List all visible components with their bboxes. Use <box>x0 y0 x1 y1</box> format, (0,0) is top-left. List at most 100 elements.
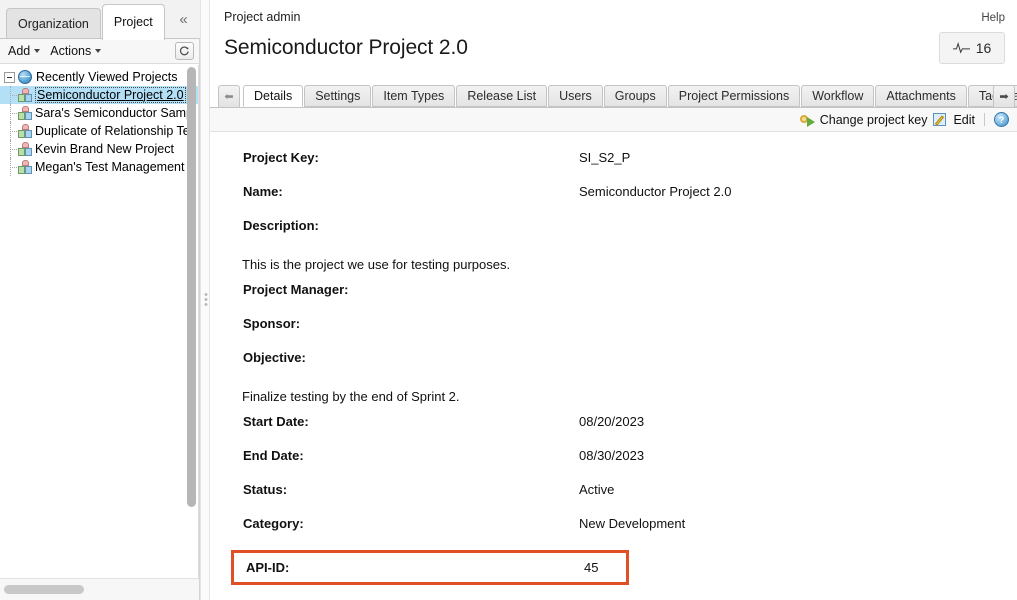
activity-badge[interactable]: 16 <box>939 32 1005 64</box>
tree-vertical-scrollbar-thumb[interactable] <box>187 67 196 507</box>
field-value: Semiconductor Project 2.0 <box>579 184 732 199</box>
tab-users[interactable]: Users <box>548 85 603 107</box>
tab-details[interactable]: Details <box>243 85 304 107</box>
tree-item-saras-semiconductor-sample[interactable]: Sara's Semiconductor Samp <box>0 104 198 122</box>
field-value: Active <box>579 482 615 497</box>
field-label: API-ID: <box>246 560 290 575</box>
field-label: Project Manager: <box>243 282 349 297</box>
change-project-key-label: Change project key <box>819 112 928 127</box>
field-api-id: API-ID: 45 <box>231 550 629 585</box>
tree-horizontal-scrollbar[interactable] <box>0 578 199 600</box>
tree-item-label: Sara's Semiconductor Samp <box>35 106 194 120</box>
left-navigation-panel: Organization Project « Add Actions Recen… <box>0 0 200 600</box>
tree-item-duplicate-of-relationship-test[interactable]: Duplicate of Relationship Te <box>0 122 198 140</box>
splitter-grip-icon <box>204 292 208 308</box>
refresh-icon[interactable] <box>175 42 194 60</box>
collapse-panel-icon[interactable]: « <box>172 8 194 30</box>
tab-settings[interactable]: Settings <box>304 85 372 107</box>
project-tree: Recently Viewed Projects Semiconductor P… <box>0 65 199 578</box>
key-arrow-icon <box>799 113 816 127</box>
tree-expander-icon[interactable] <box>4 71 15 83</box>
help-circle-icon[interactable]: ? <box>994 112 1009 127</box>
tab-project-permissions[interactable]: Project Permissions <box>667 85 801 107</box>
page-title: Semiconductor Project 2.0 <box>224 36 468 59</box>
field-status: Status: Active <box>224 482 1003 516</box>
main-tabstrip: ⬅ Details Settings Item Types Release Li… <box>210 82 1017 108</box>
refresh-glyph <box>179 45 189 55</box>
field-label: Objective: <box>243 350 306 365</box>
field-label: Project Key: <box>243 150 319 165</box>
field-label: Name: <box>243 184 283 199</box>
activity-badge-count: 16 <box>975 40 992 56</box>
tree-vertical-scrollbar[interactable] <box>187 67 196 576</box>
field-value: 45 <box>584 560 599 575</box>
app-root: Organization Project « Add Actions Recen… <box>0 0 1017 600</box>
field-label: Start Date: <box>243 414 309 429</box>
tree-item-label: Semiconductor Project 2.0 <box>35 86 186 103</box>
tree-root-recently-viewed-projects[interactable]: Recently Viewed Projects <box>0 68 198 86</box>
project-details-pane: Project Key: SI_S2_P Name: Semiconductor… <box>210 132 1017 585</box>
actions-menu-label: Actions <box>50 44 92 58</box>
globe-icon <box>18 70 32 84</box>
field-sponsor: Sponsor: <box>224 316 1003 350</box>
arrow-right-icon[interactable]: ➡ <box>993 85 1015 107</box>
edit-button[interactable]: Edit <box>933 112 975 127</box>
field-project-key: Project Key: SI_S2_P <box>224 150 1003 184</box>
tree-horizontal-scrollbar-thumb[interactable] <box>4 585 84 594</box>
field-value: 08/20/2023 <box>579 414 645 429</box>
tree-item-megans-test-management[interactable]: Megan's Test Management <box>0 158 198 176</box>
field-label: Status: <box>243 482 288 497</box>
left-panel-body: Add Actions Recently Viewed Projects Sem… <box>0 38 200 600</box>
arrow-left-icon[interactable]: ⬅ <box>218 85 240 107</box>
edit-pencil-icon <box>933 112 949 127</box>
field-value: 08/30/2023 <box>579 448 645 463</box>
field-value: SI_S2_P <box>579 150 631 165</box>
field-value: New Development <box>579 516 686 531</box>
tab-organization[interactable]: Organization <box>6 8 101 40</box>
project-icon <box>18 160 32 174</box>
tab-project[interactable]: Project <box>101 4 165 40</box>
tree-item-semiconductor-project-2-0[interactable]: Semiconductor Project 2.0 <box>0 86 198 104</box>
breadcrumb: Project admin <box>224 10 301 24</box>
tree-root-label: Recently Viewed Projects <box>36 70 178 84</box>
panel-splitter[interactable] <box>200 0 210 600</box>
details-toolbar: Change project key Edit ? <box>210 108 1017 132</box>
breadcrumb-row: Project admin Help <box>210 0 1017 28</box>
field-category: Category: New Development <box>224 516 1003 550</box>
field-label: Description: <box>243 218 319 233</box>
chevron-down-icon <box>95 49 102 54</box>
main-content-area: Project admin Help Semiconductor Project… <box>210 0 1017 600</box>
left-panel-action-bar: Add Actions <box>0 39 199 64</box>
page-title-row: Semiconductor Project 2.0 16 <box>210 28 1017 76</box>
description-text: This is the project we use for testing p… <box>242 257 511 272</box>
field-label: End Date: <box>243 448 304 463</box>
change-project-key-button[interactable]: Change project key <box>799 112 928 127</box>
tree-item-label: Kevin Brand New Project <box>35 142 174 156</box>
add-menu-button[interactable]: Add <box>4 42 46 60</box>
project-tree-container: Recently Viewed Projects Semiconductor P… <box>0 65 199 600</box>
actions-menu-button[interactable]: Actions <box>46 42 107 60</box>
project-icon <box>18 88 32 102</box>
tab-groups[interactable]: Groups <box>603 85 667 107</box>
tab-workflow[interactable]: Workflow <box>801 85 875 107</box>
tree-item-label: Duplicate of Relationship Te <box>35 124 190 138</box>
project-icon <box>18 142 32 156</box>
help-link[interactable]: Help <box>981 12 1005 24</box>
field-end-date: End Date: 08/30/2023 <box>224 448 1003 482</box>
field-description: Description: <box>224 218 1003 252</box>
field-label: Category: <box>243 516 304 531</box>
tab-release-list[interactable]: Release List <box>456 85 548 107</box>
field-label: Sponsor: <box>243 316 301 331</box>
field-objective: Objective: <box>224 350 1003 384</box>
field-project-manager: Project Manager: <box>224 282 1003 316</box>
project-icon <box>18 106 32 120</box>
tree-item-kevin-brand-new-project[interactable]: Kevin Brand New Project <box>0 140 198 158</box>
edit-label: Edit <box>953 112 975 127</box>
project-icon <box>18 124 32 138</box>
tab-item-types[interactable]: Item Types <box>372 85 456 107</box>
objective-text: Finalize testing by the end of Sprint 2. <box>242 389 460 404</box>
chevron-down-icon <box>34 49 41 54</box>
add-menu-label: Add <box>8 44 31 58</box>
left-panel-tabstrip: Organization Project « <box>0 0 200 40</box>
tab-attachments[interactable]: Attachments <box>875 85 967 107</box>
